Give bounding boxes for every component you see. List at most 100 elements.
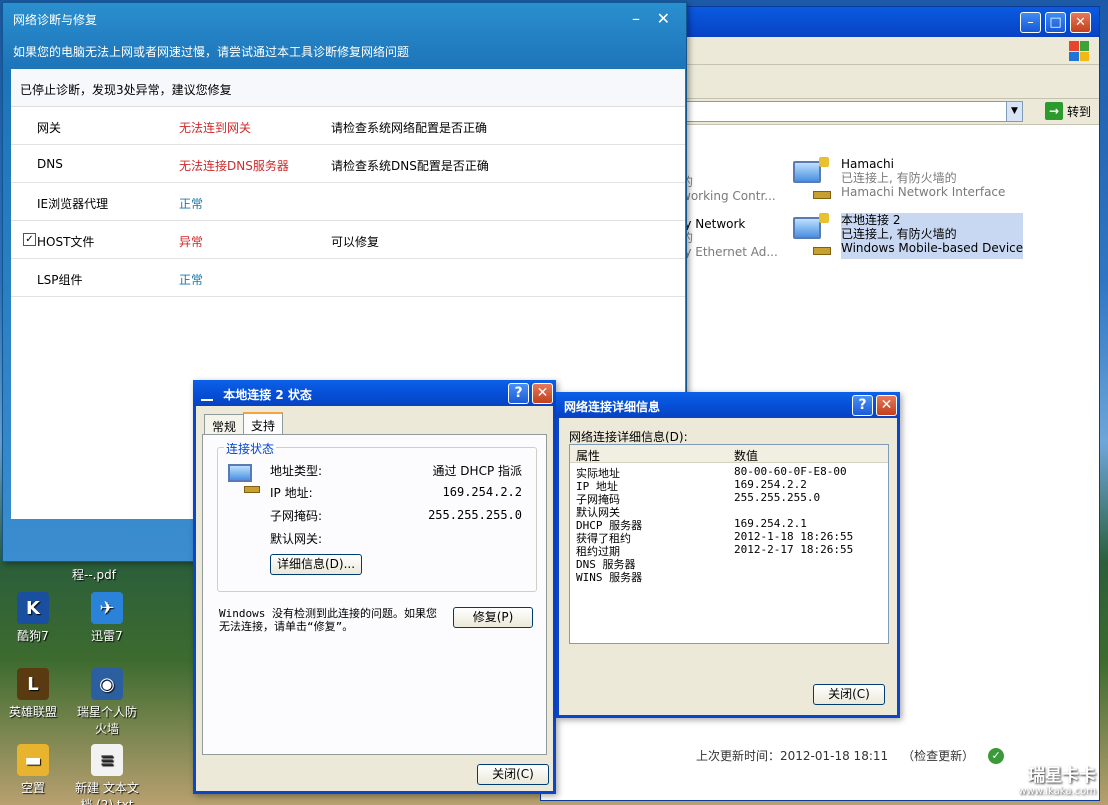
- address-input[interactable]: [681, 101, 1023, 122]
- connection-status: 已连接上, 有防火墙的: [841, 227, 957, 241]
- value-cell: 169.254.2.1: [734, 517, 807, 530]
- diag-item-status: 正常: [179, 273, 204, 287]
- field-label: 子网掩码:: [270, 509, 323, 523]
- update-footer: 上次更新时间：2012-01-18 18:11 （检查更新） ✓: [696, 747, 1005, 764]
- field-label: 默认网关:: [270, 532, 323, 546]
- close-button[interactable]: ✕: [1070, 12, 1091, 33]
- desktop-app-icon: L: [17, 668, 49, 700]
- desktop-pdf-label: 程--.pdf: [72, 566, 138, 583]
- property-cell: WINS 服务器: [576, 571, 643, 584]
- details-dialog-title: 网络连接详细信息: [564, 400, 661, 414]
- close-button[interactable]: ✕: [532, 383, 553, 404]
- diag-item-advice: 请检查系统网络配置是否正确: [331, 121, 488, 135]
- close-button[interactable]: ✕: [876, 395, 897, 416]
- connection-name: Hamachi: [841, 157, 894, 171]
- diag-title: 网络诊断与修复: [13, 13, 98, 27]
- go-arrow-icon: →: [1044, 102, 1063, 120]
- connection-status: 已连接上, 有防火墙的: [841, 171, 957, 185]
- diag-row: 网关 无法连到网关 请检查系统网络配置是否正确: [11, 107, 685, 145]
- details-row: 获得了租约 2012-1-18 18:26:55: [570, 530, 888, 545]
- details-row: 实际地址 80-00-60-0F-E8-00: [570, 465, 888, 480]
- details-row: 子网掩码 255.255.255.0: [570, 491, 888, 506]
- partial-status: 的: [681, 175, 694, 189]
- desktop-icon-label: 英雄联盟: [8, 705, 57, 719]
- value-cell: 2012-2-17 18:26:55: [734, 543, 854, 556]
- check-update-link[interactable]: （检查更新）: [902, 747, 974, 764]
- diag-item-name: IE浏览器代理: [37, 197, 109, 211]
- windows-logo-icon: [1069, 41, 1089, 61]
- desktop-icon-label: 空置: [20, 781, 45, 795]
- help-button[interactable]: ?: [852, 395, 873, 416]
- details-dialog-titlebar: 网络连接详细信息 ? ✕: [556, 392, 900, 418]
- group-label: 连接状态: [224, 440, 277, 457]
- partial-item-1[interactable]: 的 working Contr...: [681, 175, 776, 203]
- network-connection-icon: [789, 213, 835, 259]
- connection-local-2[interactable]: 本地连接 2 已连接上, 有防火墙的 Windows Mobile-based …: [789, 213, 1024, 259]
- field-value: 通过 DHCP 指派: [432, 464, 522, 478]
- go-button[interactable]: → 转到: [1044, 102, 1091, 120]
- network-icon: [201, 391, 213, 401]
- shield-icon: ✓: [988, 747, 1005, 764]
- partial-item-2[interactable]: ly Network 的 ly Ethernet Ad...: [681, 217, 778, 259]
- value-cell: 169.254.2.2: [734, 478, 807, 491]
- watermark: 瑞星卡卡 www.ikaka.com: [1018, 761, 1096, 797]
- desktop-icon-label: 瑞星个人防火墙: [76, 705, 137, 736]
- list-header: 属性 数值: [570, 445, 888, 463]
- repair-button[interactable]: 修复(P): [453, 607, 533, 628]
- diag-summary: 已停止诊断，发现3处异常，建议您修复: [11, 69, 685, 107]
- desktop-app-icon: ≡: [91, 744, 123, 776]
- watermark-brand: 瑞星卡卡: [1028, 766, 1096, 786]
- diag-item-status: 无法连接DNS服务器: [179, 159, 289, 173]
- diag-row: DNS 无法连接DNS服务器 请检查系统DNS配置是否正确: [11, 145, 685, 183]
- desktop-icon[interactable]: ✈ 迅雷7: [74, 592, 140, 644]
- network-connection-icon: [228, 462, 262, 496]
- details-row: DNS 服务器: [570, 556, 888, 571]
- status-dialog-title: 本地连接 2 状态: [223, 388, 312, 402]
- desktop-icon[interactable]: K 酷狗7: [0, 592, 66, 644]
- column-value[interactable]: 数值: [734, 447, 758, 464]
- desktop-icon[interactable]: L 英雄联盟: [0, 668, 66, 720]
- connection-device: Hamachi Network Interface: [841, 185, 1006, 199]
- connection-status-dialog: 本地连接 2 状态 ? ✕ 常规 支持 连接状态 地址类型: 通过 DHCP 指…: [193, 380, 556, 794]
- partial-device: working Contr...: [681, 189, 776, 203]
- diag-item-status: 正常: [179, 197, 204, 211]
- last-updated-text: 上次更新时间：2012-01-18 18:11: [696, 749, 889, 763]
- diag-item-advice: 可以修复: [331, 235, 380, 249]
- close-dialog-button[interactable]: 关闭(C): [813, 684, 885, 705]
- diag-item-name: 网关: [37, 121, 62, 135]
- details-row: 租约过期 2012-2-17 18:26:55: [570, 543, 888, 558]
- desktop-icon[interactable]: ◉ 瑞星个人防火墙: [74, 668, 140, 737]
- desktop-icon[interactable]: ≡ 新建 文本文档 (2).txt: [74, 744, 140, 805]
- host-checkbox[interactable]: ✓: [23, 233, 36, 246]
- diag-item-name: HOST文件: [37, 235, 95, 249]
- address-dropdown-button[interactable]: ▼: [1006, 101, 1023, 122]
- status-dialog-titlebar: 本地连接 2 状态 ? ✕: [193, 380, 556, 406]
- maximize-button[interactable]: □: [1045, 12, 1066, 33]
- desktop-app-icon: ▬: [17, 744, 49, 776]
- minimize-button[interactable]: –: [1020, 12, 1041, 33]
- diag-item-status: 无法连到网关: [179, 121, 252, 135]
- value-cell: 2012-1-18 18:26:55: [734, 530, 854, 543]
- desktop-icon[interactable]: ▬ 空置: [0, 744, 66, 796]
- diag-row: IE浏览器代理 正常: [11, 183, 685, 221]
- connection-name: 本地连接 2: [841, 213, 901, 227]
- minimize-icon[interactable]: –: [632, 9, 640, 28]
- desktop-icon-label: 酷狗7: [17, 629, 49, 643]
- help-button[interactable]: ?: [508, 383, 529, 404]
- diag-row: ✓ HOST文件 异常 可以修复: [11, 221, 685, 259]
- column-property[interactable]: 属性: [576, 447, 600, 464]
- network-connection-icon: [789, 157, 835, 203]
- close-dialog-button[interactable]: 关闭(C): [477, 764, 549, 785]
- field-value: 255.255.255.0: [428, 508, 522, 522]
- close-icon[interactable]: ✕: [657, 9, 670, 28]
- details-caption: 网络连接详细信息(D):: [569, 430, 688, 444]
- details-button[interactable]: 详细信息(D)...: [270, 554, 362, 575]
- details-list[interactable]: 属性 数值 实际地址 80-00-60-0F-E8-00 IP 地址 169.254.…: [569, 444, 889, 644]
- value-cell: 80-00-60-0F-E8-00: [734, 465, 847, 478]
- connection-details-dialog: 网络连接详细信息 ? ✕ 网络连接详细信息(D): 属性 数值 实际地址 80-0…: [556, 392, 900, 718]
- value-cell: 255.255.255.0: [734, 491, 821, 504]
- connection-hamachi[interactable]: Hamachi 已连接上, 有防火墙的 Hamachi Network Inte…: [789, 157, 1005, 203]
- details-row: WINS 服务器: [570, 569, 888, 584]
- desktop-app-icon: ✈: [91, 592, 123, 624]
- details-row: 默认网关: [570, 504, 888, 519]
